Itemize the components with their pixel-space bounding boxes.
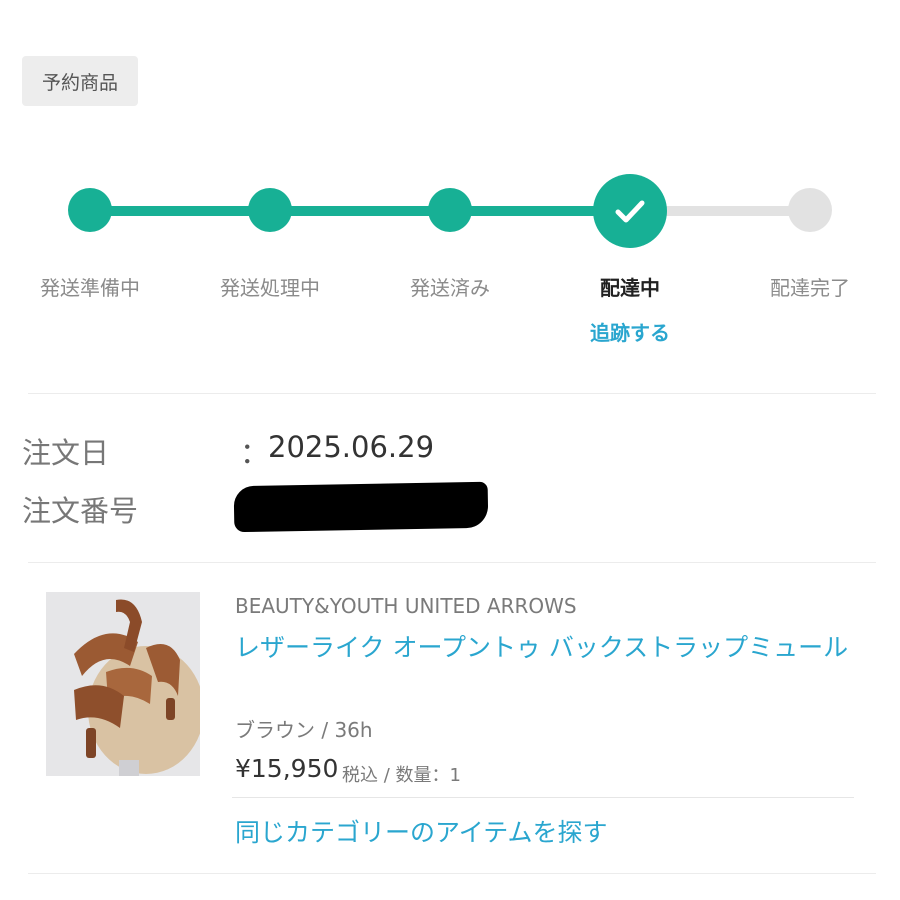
item-divider	[232, 797, 854, 798]
delivery-progress: 発送準備中 発送処理中 発送済み 配達中 配達完了 追跡する	[0, 150, 900, 350]
order-detail-page: 予約商品 発送準備中 発送処理中 発送済み 配達中 配達完了 追跡する 注文日 …	[0, 0, 900, 900]
section-divider	[28, 393, 876, 394]
product-variant: ブラウン / 36h	[235, 718, 373, 742]
step-5-label: 配達完了	[770, 276, 850, 300]
product-photo-sandals	[46, 592, 200, 776]
product-name-link[interactable]: レザーライク オープントゥ バックストラップミュール	[235, 628, 855, 668]
check-icon	[615, 200, 645, 223]
product-image[interactable]	[46, 592, 200, 776]
step-4-label: 配達中	[600, 276, 660, 300]
step-1-dot	[68, 188, 112, 232]
section-divider	[28, 873, 876, 874]
section-divider	[28, 562, 876, 563]
step-5-dot	[788, 188, 832, 232]
order-date-value: 2025.06.29	[268, 430, 435, 464]
step-2-dot	[248, 188, 292, 232]
step-2-label: 発送処理中	[220, 276, 320, 300]
similar-category-link[interactable]: 同じカテゴリーのアイテムを探す	[235, 813, 608, 849]
track-shipment-link[interactable]: 追跡する	[540, 317, 720, 346]
order-date-label: 注文日	[22, 436, 110, 470]
step-4-current-dot	[593, 174, 667, 248]
price-tax-quantity: 税込 / 数量：1	[342, 765, 461, 786]
step-1-label: 発送準備中	[40, 276, 140, 300]
order-date-colon: ：	[240, 436, 270, 470]
order-number-redacted	[233, 481, 489, 533]
preorder-tag: 予約商品	[22, 56, 138, 106]
brand-name: BEAUTY&YOUTH UNITED ARROWS	[235, 594, 577, 618]
product-price: ¥15,950	[235, 754, 339, 783]
step-3-dot	[428, 188, 472, 232]
order-number-label: 注文番号	[22, 494, 139, 528]
progress-track-done	[90, 206, 630, 216]
step-3-label: 発送済み	[410, 276, 490, 300]
